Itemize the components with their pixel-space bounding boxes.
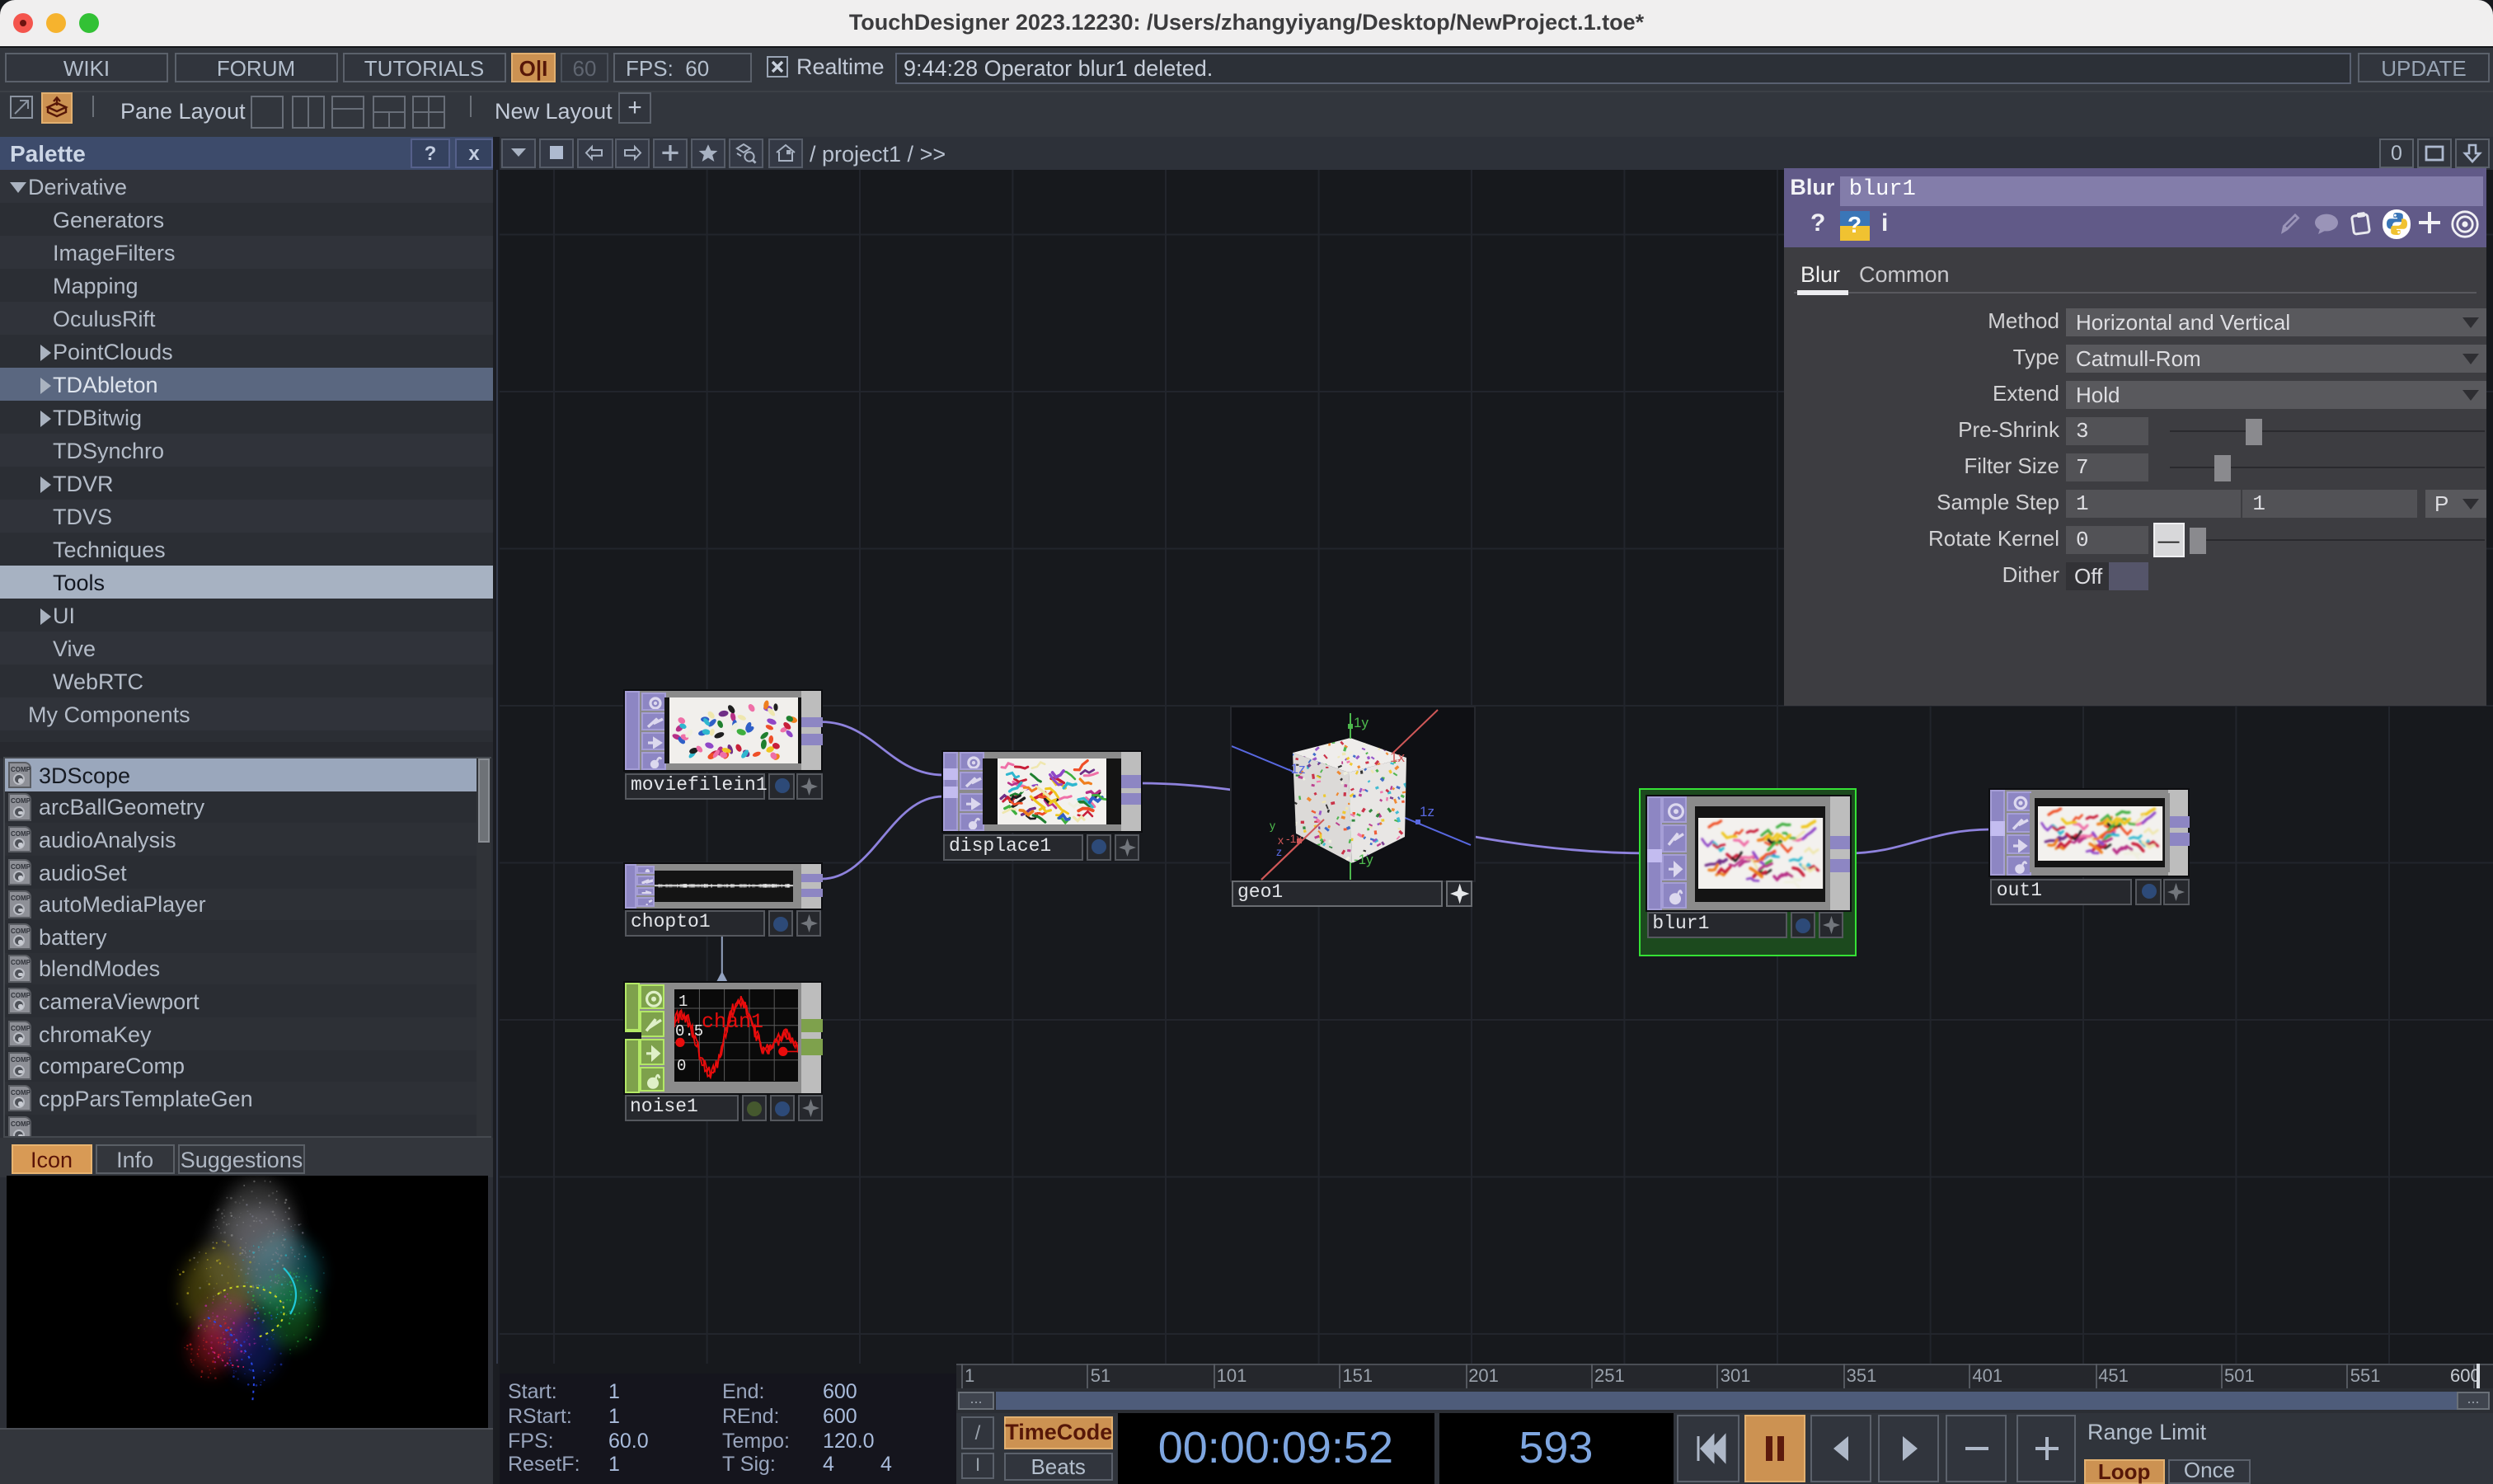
svg-text:-1y: -1y: [1354, 851, 1373, 866]
svg-text:1x: 1x: [1390, 749, 1405, 764]
svg-text:-1z: -1z: [1286, 760, 1306, 776]
svg-text:z: z: [1276, 844, 1282, 857]
svg-text:-1x: -1x: [1286, 831, 1302, 844]
svg-text:1y: 1y: [1354, 714, 1369, 730]
svg-text:y: y: [1270, 818, 1275, 831]
svg-text:1z: 1z: [1420, 803, 1434, 819]
